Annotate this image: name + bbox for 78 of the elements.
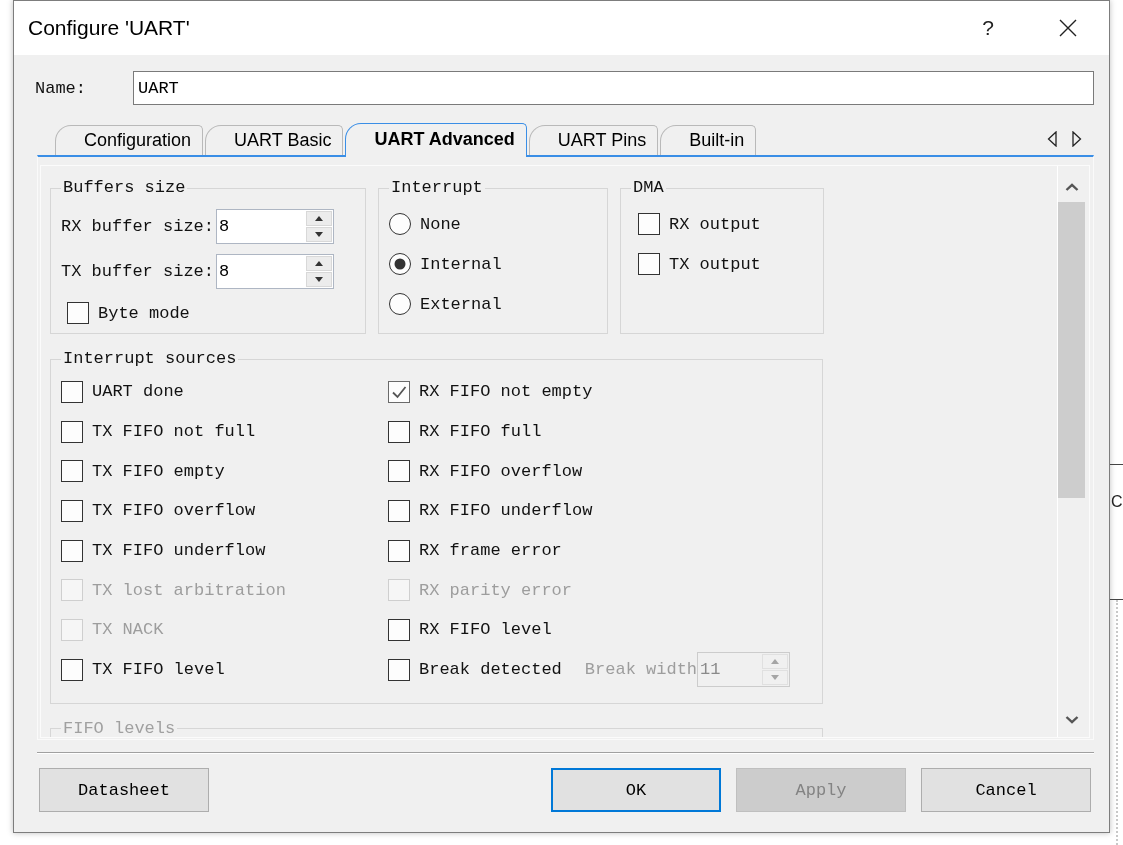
down-triangle-icon bbox=[315, 232, 323, 237]
up-triangle-icon bbox=[771, 659, 780, 665]
checkbox[interactable] bbox=[388, 618, 410, 641]
group-title: DMA bbox=[632, 178, 665, 198]
group-title: FIFO levels bbox=[62, 718, 177, 737]
up-triangle-icon bbox=[315, 261, 323, 266]
radio-button[interactable] bbox=[389, 213, 411, 235]
checkbox-label: Break detected bbox=[419, 660, 562, 680]
checkbox[interactable] bbox=[388, 420, 410, 443]
left-triangle-icon[interactable] bbox=[1047, 131, 1057, 147]
tab[interactable]: UART Basic bbox=[205, 125, 344, 155]
checkbox-label: RX FIFO underflow bbox=[419, 501, 593, 521]
dialog-button[interactable]: Cancel bbox=[921, 768, 1091, 812]
tab[interactable]: Built-in bbox=[660, 125, 757, 155]
checkbox-label: RX output bbox=[669, 214, 761, 234]
checkbox-label: TX FIFO level bbox=[92, 660, 225, 680]
checkbox-label: RX FIFO full bbox=[419, 422, 542, 442]
spin-down-button[interactable] bbox=[306, 227, 332, 242]
checkbox-label: TX FIFO not full bbox=[92, 422, 256, 442]
checkbox[interactable] bbox=[61, 380, 83, 403]
checkbox[interactable] bbox=[388, 539, 410, 562]
dialog-button[interactable]: Datasheet bbox=[39, 768, 209, 812]
background-window-text: C bbox=[1111, 493, 1123, 510]
checkbox-label: Byte mode bbox=[98, 303, 190, 323]
field-label: Break width bbox=[584, 660, 698, 680]
window-title: Configure 'UART' bbox=[28, 16, 190, 40]
spin-up-button[interactable] bbox=[306, 211, 332, 226]
checkbox[interactable] bbox=[388, 380, 410, 403]
checkbox[interactable] bbox=[67, 302, 89, 324]
checkbox[interactable] bbox=[61, 499, 83, 522]
checkbox[interactable] bbox=[638, 253, 660, 275]
checkbox[interactable] bbox=[638, 213, 660, 235]
checkbox[interactable] bbox=[388, 460, 410, 483]
chevron-down-icon[interactable] bbox=[1064, 716, 1079, 724]
checkbox[interactable] bbox=[388, 499, 410, 522]
checkbox-label: TX lost arbitration bbox=[92, 580, 286, 600]
down-triangle-icon bbox=[315, 277, 323, 282]
group-title: Buffers size bbox=[62, 178, 187, 198]
checkbox[interactable] bbox=[388, 658, 410, 681]
name-field[interactable]: UART bbox=[133, 71, 1094, 105]
spin-down-button[interactable] bbox=[306, 272, 332, 287]
down-triangle-icon bbox=[771, 675, 780, 681]
checkbox-label: TX output bbox=[669, 254, 761, 274]
tab[interactable]: UART Pins bbox=[528, 125, 659, 155]
radio-button[interactable] bbox=[389, 253, 411, 275]
checkbox[interactable] bbox=[61, 658, 83, 681]
radio-button[interactable] bbox=[389, 293, 411, 315]
checkbox-label: RX frame error bbox=[419, 541, 562, 561]
radio-label: External bbox=[420, 294, 502, 314]
checkbox[interactable] bbox=[61, 539, 83, 562]
name-label: Name: bbox=[35, 78, 87, 98]
checkbox-label: TX FIFO underflow bbox=[92, 541, 266, 561]
checkbox[interactable] bbox=[61, 460, 83, 483]
field-label: TX buffer size: bbox=[61, 262, 216, 281]
scrollbar-thumb[interactable] bbox=[1058, 202, 1085, 498]
radio-label: Internal bbox=[420, 254, 502, 274]
tab[interactable]: UART Advanced bbox=[345, 123, 527, 157]
checkbox-label: RX FIFO not empty bbox=[419, 382, 593, 402]
spin-up-button[interactable] bbox=[306, 256, 332, 271]
field-label: RX buffer size: bbox=[61, 217, 216, 236]
checkbox-label: TX FIFO overflow bbox=[92, 501, 256, 521]
up-triangle-icon bbox=[315, 216, 323, 221]
chevron-up-icon[interactable] bbox=[1064, 183, 1079, 191]
checkbox-label: RX FIFO overflow bbox=[419, 461, 583, 481]
right-triangle-icon[interactable] bbox=[1072, 131, 1082, 147]
group-title: Interrupt bbox=[390, 178, 484, 198]
checkbox-label: TX FIFO empty bbox=[92, 461, 225, 481]
checkbox-label: RX parity error bbox=[419, 580, 573, 600]
group-title: Interrupt sources bbox=[62, 349, 238, 369]
checkbox[interactable] bbox=[61, 420, 83, 443]
radio-label: None bbox=[420, 214, 461, 234]
checkbox-label: RX FIFO level bbox=[419, 620, 552, 640]
dialog-button[interactable]: OK bbox=[551, 768, 721, 812]
help-button[interactable]: ? bbox=[965, 8, 1011, 48]
checkbox-label: UART done bbox=[92, 382, 184, 402]
checkbox-label: TX NACK bbox=[92, 620, 164, 640]
close-icon bbox=[1059, 19, 1077, 37]
tab[interactable]: Configuration bbox=[55, 125, 204, 155]
